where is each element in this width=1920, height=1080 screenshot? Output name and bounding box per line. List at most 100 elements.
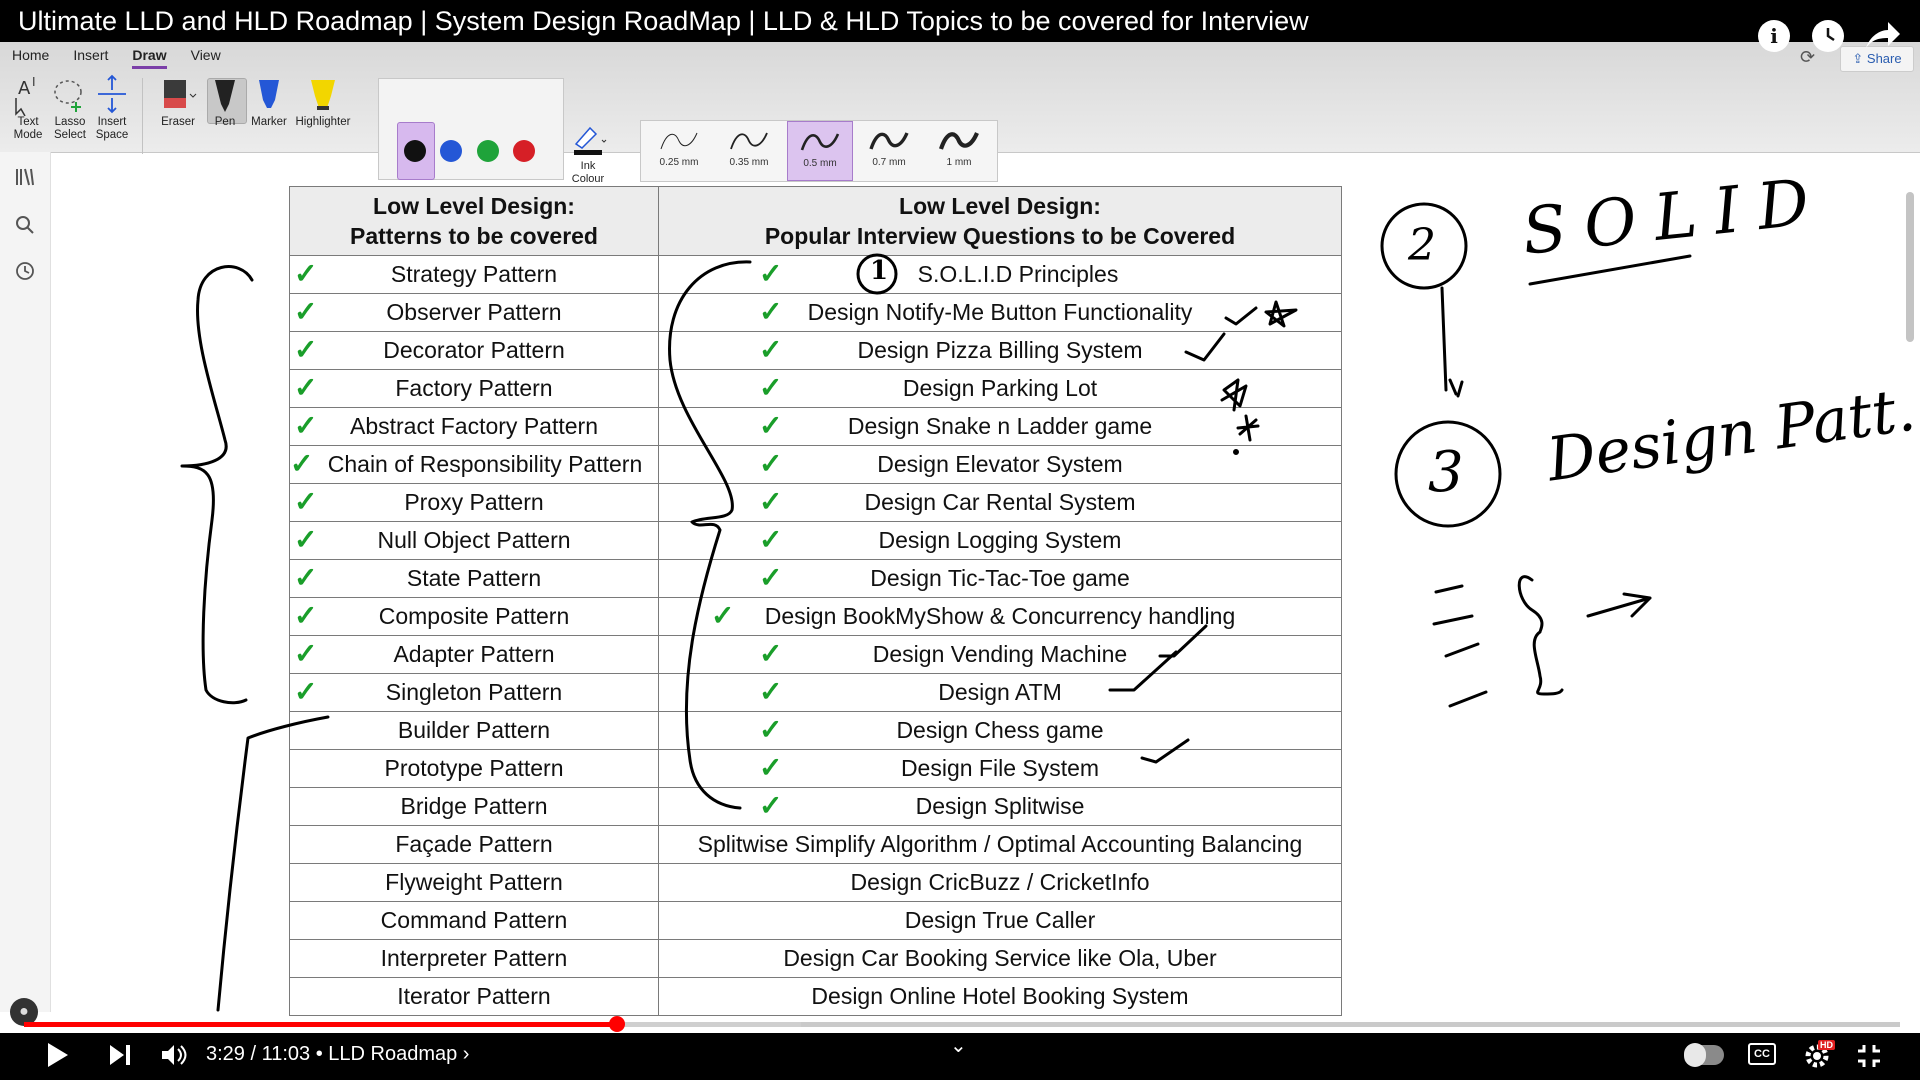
table-row: Builder Pattern ✓ Design Chess game: [289, 711, 1342, 750]
pattern-cell: ✓ Chain of Responsibility Pattern: [289, 445, 659, 484]
question-text: Design True Caller: [904, 907, 1096, 933]
question-cell: ✓ Design Notify-Me Button Functionality: [658, 293, 1342, 332]
pattern-cell: Flyweight Pattern: [289, 863, 659, 902]
video-title[interactable]: Ultimate LLD and HLD Roadmap | System De…: [18, 6, 1309, 37]
search-icon[interactable]: [14, 214, 36, 236]
svg-text:I: I: [32, 75, 36, 89]
check-icon: ✓: [759, 296, 783, 327]
lasso-label: Lasso Select: [54, 116, 86, 141]
time-display[interactable]: 3:29 / 11:03 • LLD Roadmap ›: [206, 1043, 469, 1066]
colour-swatch-green[interactable]: [477, 140, 499, 162]
thickness-label: 0.35 mm: [729, 157, 769, 168]
question-cell: ✓ Design Tic-Tac-Toe game: [658, 559, 1342, 598]
ribbon-tab-home[interactable]: Home: [12, 47, 49, 63]
highlighter-tool[interactable]: Highlighter: [292, 72, 354, 129]
table-row: ✓ Abstract Factory Pattern ✓ Design Snake n…: [289, 407, 1342, 446]
question-text: Design Logging System: [878, 527, 1122, 553]
question-cell: ✓ Design Chess game: [658, 711, 1342, 750]
question-cell: ✓ S.O.L.I.D Principles: [658, 255, 1342, 294]
thickness-option[interactable]: 0.7 mm: [857, 121, 921, 179]
patterns-header-line-2: Patterns to be covered: [350, 223, 598, 249]
eraser-tool[interactable]: Eraser: [155, 72, 201, 129]
thickness-group: 0.25 mm 0.35 mm 0.5 mm 0.7 mm 1 mm: [640, 120, 998, 182]
notebooks-icon[interactable]: [14, 166, 36, 188]
lasso-icon: [50, 72, 90, 116]
pattern-name: Prototype Pattern: [384, 755, 564, 781]
table-row: ✓ State Pattern ✓ Design Tic-Tac-Toe game: [289, 559, 1342, 598]
left-curly-brace: [180, 265, 254, 705]
handwritten-number-2: 2: [1408, 220, 1436, 271]
questions-column-header: Low Level Design: Popular Interview Ques…: [658, 186, 1342, 256]
progress-scrubber[interactable]: [609, 1016, 625, 1032]
page-scrollbar[interactable]: [1906, 192, 1914, 342]
table-row: Command Pattern Design True Caller: [289, 901, 1342, 940]
handwritten-solid: SOLID: [1518, 164, 1831, 270]
question-text: Design Tic-Tac-Toe game: [870, 565, 1130, 591]
pattern-cell: ✓ Abstract Factory Pattern: [289, 407, 659, 446]
lasso-select-tool[interactable]: Lasso Select: [50, 72, 90, 142]
chevron-down-icon[interactable]: ⌄: [950, 1033, 967, 1058]
pattern-cell: ✓ Null Object Pattern: [289, 521, 659, 560]
question-text: Splitwise Simplify Algorithm / Optimal A…: [697, 831, 1303, 857]
text-mode-tool[interactable]: AI Text Mode: [8, 72, 48, 142]
table-row: ✓ Adapter Pattern ✓ Design Vending Machine: [289, 635, 1342, 674]
question-cell: ✓ Design Logging System: [658, 521, 1342, 560]
check-icon: ✓: [711, 600, 735, 631]
pattern-name: Iterator Pattern: [397, 983, 551, 1009]
table-row: ✓ Singleton Pattern ✓ Design ATM: [289, 673, 1342, 712]
pattern-name: Builder Pattern: [397, 717, 551, 743]
table-row: Interpreter Pattern Design Car Booking Se…: [289, 939, 1342, 978]
onenote-ribbon: Home Insert Draw View ⟳ ⇪ Share AI Text Mod…: [0, 42, 1920, 185]
ribbon-tab-insert[interactable]: Insert: [73, 47, 108, 63]
thickness-option[interactable]: 0.5 mm: [787, 121, 853, 181]
stroke-sample-icon: [800, 133, 840, 151]
pattern-name: Flyweight Pattern: [385, 869, 563, 895]
thickness-option[interactable]: 0.25 mm: [647, 121, 711, 179]
check-icon: ✓: [294, 296, 318, 327]
table-row: Iterator Pattern Design Online Hotel Book…: [289, 977, 1342, 1016]
thickness-label: 1 mm: [946, 157, 972, 168]
pattern-name: Factory Pattern: [395, 375, 553, 401]
question-text: Design Car Booking Service like Ola, Ube…: [783, 945, 1217, 971]
question-cell: Design Car Booking Service like Ola, Ube…: [658, 939, 1342, 978]
colour-swatch-black[interactable]: [404, 140, 426, 162]
ribbon-tab-draw[interactable]: Draw: [132, 47, 167, 69]
pen-tool[interactable]: Pen: [204, 72, 246, 129]
volume-icon[interactable]: [160, 1043, 188, 1067]
thickness-label: 0.5 mm: [803, 158, 837, 169]
thickness-label: 0.7 mm: [872, 157, 906, 168]
list-line-1: [1434, 584, 1464, 594]
questions-header-line-2: Popular Interview Questions to be Covere…: [764, 223, 1236, 249]
check-icon: ✓: [759, 562, 783, 593]
colour-swatch-red[interactable]: [513, 140, 535, 162]
ink-colour-tool[interactable]: Ink Colour: [562, 122, 614, 186]
watch-later-clock-icon[interactable]: [1812, 20, 1844, 52]
colour-swatch-blue[interactable]: [440, 140, 462, 162]
recent-clock-icon[interactable]: [14, 260, 36, 282]
check-icon: ✓: [759, 334, 783, 365]
marker-tool[interactable]: Marker: [248, 72, 290, 129]
list-line-4: [1448, 690, 1488, 708]
exit-fullscreen-icon[interactable]: [1856, 1043, 1882, 1069]
table-row: ✓ Proxy Pattern ✓ Design Car Rental System: [289, 483, 1342, 522]
next-icon[interactable]: [108, 1043, 132, 1067]
check-icon: ✓: [759, 638, 783, 669]
pattern-name: Observer Pattern: [386, 299, 562, 325]
list-line-2: [1432, 614, 1474, 626]
ink-colour-icon: [574, 126, 607, 155]
video-frame[interactable]: Home Insert Draw View ⟳ ⇪ Share AI Text Mod…: [0, 0, 1920, 1080]
check-icon: ✓: [294, 600, 318, 631]
thickness-option[interactable]: 0.35 mm: [717, 121, 781, 179]
question-text: Design Car Rental System: [864, 489, 1136, 515]
list-line-3: [1444, 642, 1480, 658]
thickness-option[interactable]: 1 mm: [927, 121, 991, 179]
ribbon-tab-view[interactable]: View: [191, 47, 221, 63]
pattern-cell: Command Pattern: [289, 901, 659, 940]
info-icon[interactable]: i: [1758, 20, 1790, 52]
play-icon[interactable]: [46, 1041, 70, 1069]
captions-icon[interactable]: CC: [1748, 1043, 1776, 1065]
question-text: Design Online Hotel Booking System: [811, 983, 1189, 1009]
check-icon: ✓: [294, 334, 318, 365]
share-arrow-icon[interactable]: [1862, 18, 1902, 52]
insert-space-tool[interactable]: Insert Space: [90, 72, 134, 142]
